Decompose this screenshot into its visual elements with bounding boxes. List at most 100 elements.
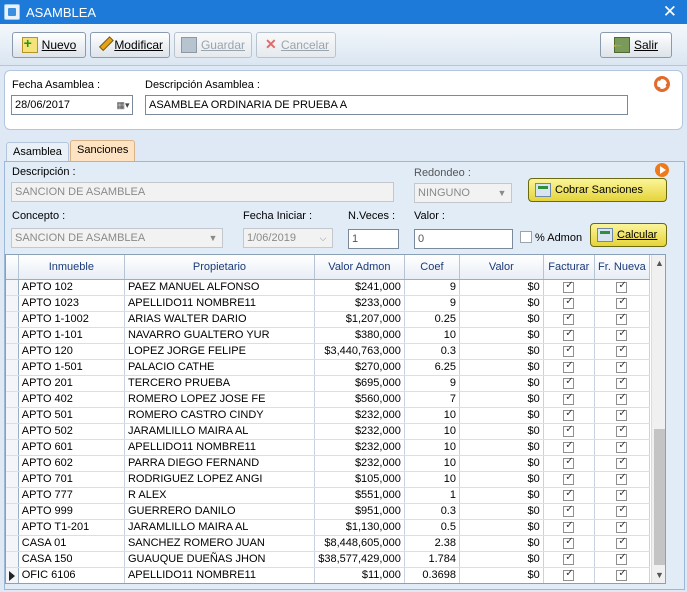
vertical-scrollbar[interactable]: ▲ ▼: [651, 255, 665, 583]
tab-sanciones[interactable]: Sanciones: [70, 140, 136, 162]
play-icon[interactable]: [655, 163, 669, 177]
cell-coef[interactable]: 10: [404, 439, 460, 456]
cell-propietario[interactable]: APELLIDO11 NOMBRE11: [124, 295, 315, 312]
fr-nueva-checkbox[interactable]: [616, 408, 628, 421]
guardar-button[interactable]: Guardar: [174, 32, 252, 58]
row-selector[interactable]: [6, 439, 19, 456]
cell-propietario[interactable]: ROMERO LOPEZ JOSE FE: [124, 391, 315, 408]
cell-coef[interactable]: 1.784: [404, 551, 460, 568]
cell-coef[interactable]: 9: [404, 375, 460, 392]
cell-valor-admon[interactable]: $11,000: [314, 567, 405, 583]
fr-nueva-checkbox[interactable]: [616, 312, 628, 325]
nuevo-button[interactable]: Nuevo: [12, 32, 86, 58]
facturar-checkbox[interactable]: [563, 312, 575, 325]
table-row[interactable]: APTO 201 TERCERO PRUEBA $695,000 9 $0: [6, 375, 651, 392]
fr-nueva-checkbox[interactable]: [616, 376, 628, 389]
column-header-valor[interactable]: Valor: [459, 255, 544, 280]
cell-inmueble[interactable]: APTO 1023: [18, 295, 125, 312]
descripcion-asamblea-field[interactable]: ASAMBLEA ORDINARIA DE PRUEBA A: [145, 95, 628, 115]
cell-valor[interactable]: $0: [459, 423, 544, 440]
cell-propietario[interactable]: GUERRERO DANILO: [124, 503, 315, 520]
fecha-asamblea-field[interactable]: 28/06/2017 ▦▾: [11, 95, 133, 115]
cell-coef[interactable]: 9: [404, 295, 460, 312]
fr-nueva-checkbox[interactable]: [616, 280, 628, 293]
cell-coef[interactable]: 10: [404, 423, 460, 440]
salir-button[interactable]: Salir: [600, 32, 672, 58]
cell-valor-admon[interactable]: $551,000: [314, 487, 405, 504]
fr-nueva-checkbox[interactable]: [616, 360, 628, 373]
cell-inmueble[interactable]: APTO 601: [18, 439, 125, 456]
row-selector[interactable]: [6, 423, 19, 440]
cell-inmueble[interactable]: APTO 777: [18, 487, 125, 504]
facturar-checkbox[interactable]: [563, 504, 575, 517]
cell-valor-admon[interactable]: $270,000: [314, 359, 405, 376]
row-selector[interactable]: [6, 551, 19, 568]
cell-inmueble[interactable]: APTO 1-1002: [18, 311, 125, 328]
fr-nueva-checkbox[interactable]: [616, 440, 628, 453]
cell-valor-admon[interactable]: $232,000: [314, 439, 405, 456]
cell-propietario[interactable]: JARAMLILLO MAIRA AL: [124, 423, 315, 440]
cell-coef[interactable]: 9: [404, 279, 460, 296]
cell-valor[interactable]: $0: [459, 407, 544, 424]
cell-inmueble[interactable]: APTO 502: [18, 423, 125, 440]
cell-propietario[interactable]: APELLIDO11 NOMBRE11: [124, 567, 315, 583]
cell-valor-admon[interactable]: $8,448,605,000: [314, 535, 405, 552]
cell-valor-admon[interactable]: $3,440,763,000: [314, 343, 405, 360]
cell-valor[interactable]: $0: [459, 343, 544, 360]
row-selector[interactable]: [6, 487, 19, 504]
table-row[interactable]: APTO 501 ROMERO CASTRO CINDY $232,000 10 $0: [6, 407, 651, 424]
table-row[interactable]: APTO 102 PAEZ MANUEL ALFONSO $241,000 9 $0: [6, 279, 651, 296]
table-row[interactable]: APTO 777 R ALEX $551,000 1 $0: [6, 487, 651, 504]
facturar-checkbox[interactable]: [563, 424, 575, 437]
cell-propietario[interactable]: ROMERO CASTRO CINDY: [124, 407, 315, 424]
table-row[interactable]: APTO 602 PARRA DIEGO FERNAND $232,000 10 $0: [6, 455, 651, 472]
table-row[interactable]: APTO 120 LOPEZ JORGE FELIPE $3,440,763,000…: [6, 343, 651, 360]
cell-valor[interactable]: $0: [459, 295, 544, 312]
cell-propietario[interactable]: NAVARRO GUALTERO YUR: [124, 327, 315, 344]
cell-coef[interactable]: 6.25: [404, 359, 460, 376]
cell-inmueble[interactable]: APTO 602: [18, 455, 125, 472]
row-selector[interactable]: [6, 295, 19, 312]
facturar-checkbox[interactable]: [563, 280, 575, 293]
row-selector[interactable]: [6, 407, 19, 424]
help-lifebuoy-icon[interactable]: [654, 76, 670, 92]
fr-nueva-checkbox[interactable]: [616, 328, 628, 341]
cell-valor-admon[interactable]: $1,207,000: [314, 311, 405, 328]
cell-propietario[interactable]: PALACIO CATHE: [124, 359, 315, 376]
cell-propietario[interactable]: PAEZ MANUEL ALFONSO: [124, 279, 315, 296]
table-row[interactable]: APTO 601 APELLIDO11 NOMBRE11 $232,000 10 $0: [6, 439, 651, 456]
cell-valor-admon[interactable]: $951,000: [314, 503, 405, 520]
cell-valor-admon[interactable]: $560,000: [314, 391, 405, 408]
cell-coef[interactable]: 2.38: [404, 535, 460, 552]
table-row[interactable]: APTO 1-1002 ARIAS WALTER DARIO $1,207,000 0…: [6, 311, 651, 328]
cell-valor[interactable]: $0: [459, 359, 544, 376]
cell-inmueble[interactable]: APTO 120: [18, 343, 125, 360]
modificar-button[interactable]: Modificar: [90, 32, 170, 58]
cell-valor[interactable]: $0: [459, 487, 544, 504]
table-row[interactable]: APTO T1-201 JARAMLILLO MAIRA AL $1,130,000…: [6, 519, 651, 536]
cell-propietario[interactable]: RODRIGUEZ LOPEZ ANGI: [124, 471, 315, 488]
table-row[interactable]: APTO 1-501 PALACIO CATHE $270,000 6.25 $0: [6, 359, 651, 376]
row-selector[interactable]: [6, 471, 19, 488]
cell-valor[interactable]: $0: [459, 327, 544, 344]
cell-valor[interactable]: $0: [459, 439, 544, 456]
cell-coef[interactable]: 10: [404, 455, 460, 472]
tab-asamblea[interactable]: Asamblea: [6, 142, 69, 162]
close-icon[interactable]: ✕: [663, 2, 677, 22]
column-header-inmueble[interactable]: Inmueble: [18, 255, 125, 280]
row-selector[interactable]: [6, 343, 19, 360]
facturar-checkbox[interactable]: [563, 392, 575, 405]
column-header-coef[interactable]: Coef: [404, 255, 460, 280]
cell-inmueble[interactable]: APTO 1-501: [18, 359, 125, 376]
facturar-checkbox[interactable]: [563, 536, 575, 549]
facturar-checkbox[interactable]: [563, 568, 575, 581]
cell-valor-admon[interactable]: $232,000: [314, 423, 405, 440]
table-row[interactable]: APTO 1023 APELLIDO11 NOMBRE11 $233,000 9 $0: [6, 295, 651, 312]
cell-valor-admon[interactable]: $1,130,000: [314, 519, 405, 536]
fr-nueva-checkbox[interactable]: [616, 504, 628, 517]
table-row[interactable]: CASA 01 SANCHEZ ROMERO JUAN $8,448,605,000…: [6, 535, 651, 552]
valor-input[interactable]: 0: [414, 229, 513, 249]
cell-propietario[interactable]: SANCHEZ ROMERO JUAN: [124, 535, 315, 552]
table-row[interactable]: CASA 150 GUAUQUE DUEÑAS JHON $38,577,429,0…: [6, 551, 651, 568]
cell-propietario[interactable]: PARRA DIEGO FERNAND: [124, 455, 315, 472]
